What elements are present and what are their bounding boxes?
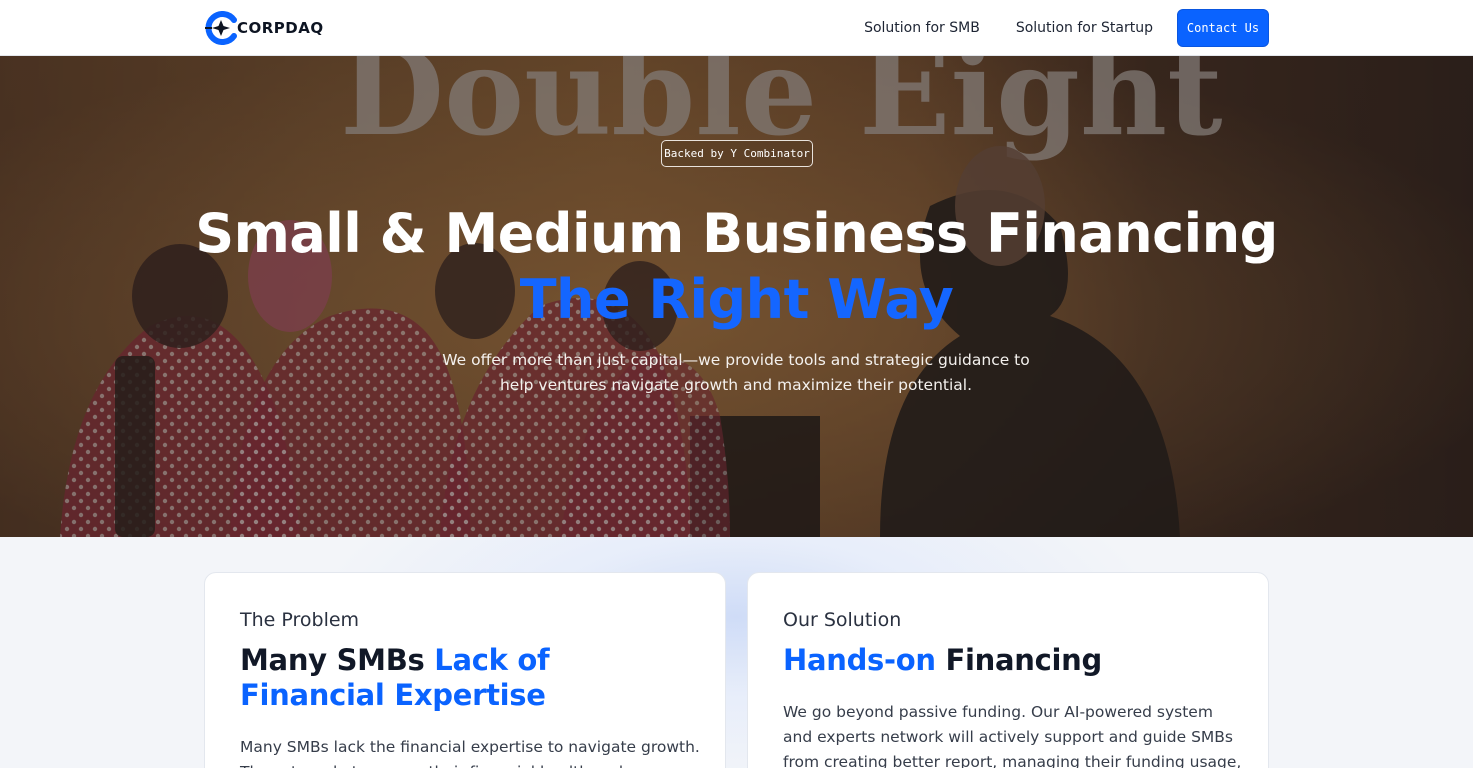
problem-card: The Problem Many SMBs Lack of Financial … xyxy=(204,572,726,768)
problem-title-plain: Many SMBs xyxy=(240,643,435,677)
corpdaq-logo-icon xyxy=(205,11,237,45)
hero-description: We offer more than just capital—we provi… xyxy=(442,351,1030,394)
nav-solution-smb[interactable]: Solution for SMB xyxy=(864,20,980,36)
main-nav: Solution for SMB Solution for Startup Co… xyxy=(864,9,1269,47)
hero-accent-title: The Right Way xyxy=(519,268,954,331)
problem-body: Many SMBs lack the financial expertise t… xyxy=(240,738,700,768)
site-header: CORPDAQ Solution for SMB Solution for St… xyxy=(0,0,1473,56)
problem-eyebrow: The Problem xyxy=(240,609,360,631)
hero-title: Small & Medium Business Financing xyxy=(195,202,1278,265)
solution-eyebrow: Our Solution xyxy=(783,609,902,631)
contact-us-button[interactable]: Contact Us xyxy=(1177,9,1269,47)
solution-body: We go beyond passive funding. Our AI-pow… xyxy=(783,703,1242,768)
logo[interactable]: CORPDAQ xyxy=(204,10,324,46)
nav-solution-startup[interactable]: Solution for Startup xyxy=(1016,20,1153,36)
hero-section: Double Eight Backed by Y Combinator Smal… xyxy=(0,56,1473,537)
solution-card: Our Solution Hands-on Financing We go be… xyxy=(747,572,1269,768)
solution-title: Hands-on Financing xyxy=(783,643,1243,678)
solution-title-plain: Financing xyxy=(935,643,1103,677)
logo-text: CORPDAQ xyxy=(237,19,324,37)
problem-title: Many SMBs Lack of Financial Expertise xyxy=(240,643,700,713)
yc-badge: Backed by Y Combinator xyxy=(661,140,813,167)
solution-title-accent: Hands-on xyxy=(783,643,936,677)
